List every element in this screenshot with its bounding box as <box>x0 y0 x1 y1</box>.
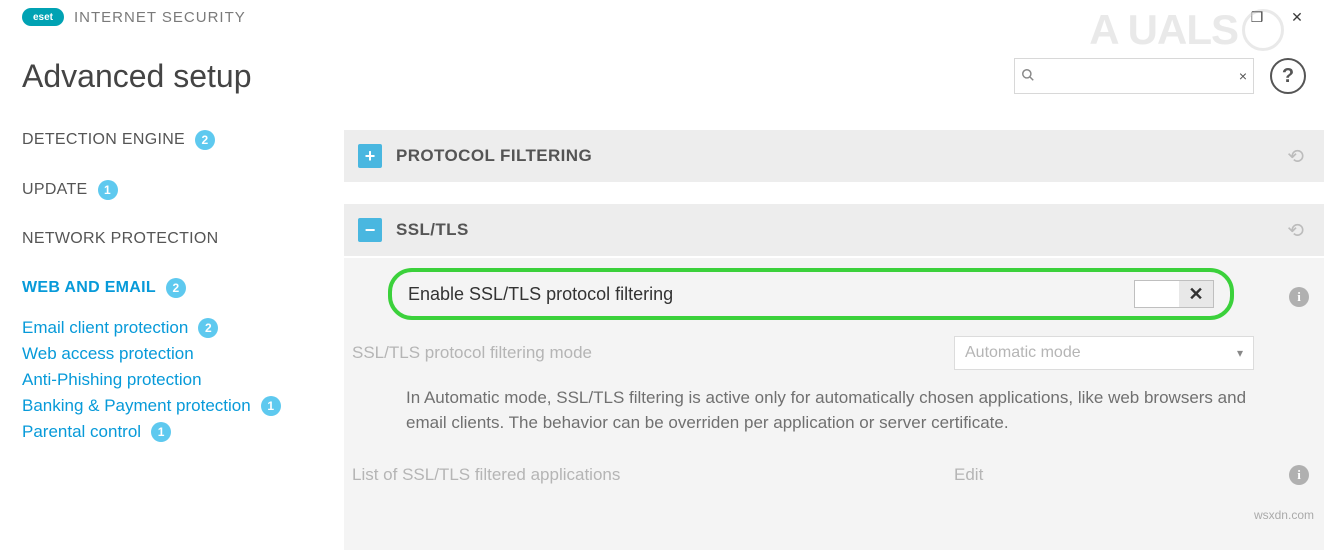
sidebar-subitems: Email client protection 2 Web access pro… <box>22 318 322 442</box>
filtering-mode-description: In Automatic mode, SSL/TLS filtering is … <box>352 380 1324 455</box>
help-button[interactable]: ? <box>1270 58 1306 94</box>
sidebar: DETECTION ENGINE 2 UPDATE 1 NETWORK PROT… <box>22 130 322 448</box>
sidebar-sub-anti-phishing[interactable]: Anti-Phishing protection <box>22 370 322 390</box>
sidebar-item-label: Email client protection <box>22 318 188 338</box>
undo-icon[interactable]: ⟲ <box>1287 218 1304 243</box>
info-icon[interactable]: i <box>1289 287 1309 307</box>
sidebar-badge: 2 <box>166 278 186 298</box>
eset-logo: eset <box>22 8 64 26</box>
sidebar-item-network-protection[interactable]: NETWORK PROTECTION <box>22 230 322 248</box>
sidebar-item-label: NETWORK PROTECTION <box>22 230 219 248</box>
sidebar-sub-parental-control[interactable]: Parental control 1 <box>22 422 322 442</box>
sidebar-item-web-and-email[interactable]: WEB AND EMAIL 2 <box>22 278 322 298</box>
sidebar-badge: 1 <box>98 180 118 200</box>
search-box[interactable]: × <box>1014 58 1254 94</box>
product-name: INTERNET SECURITY <box>74 9 246 26</box>
enable-ssl-tls-row-highlight: Enable SSL/TLS protocol filtering ✕ <box>388 268 1234 320</box>
section-ssl-tls-body: Enable SSL/TLS protocol filtering ✕ i SS… <box>344 258 1324 550</box>
filtering-mode-select[interactable]: Automatic mode ▾ <box>954 336 1254 370</box>
close-window-button[interactable]: ✕ <box>1288 8 1306 26</box>
sidebar-badge: 2 <box>198 318 218 338</box>
sidebar-sub-email-client-protection[interactable]: Email client protection 2 <box>22 318 322 338</box>
filtered-apps-edit-link[interactable]: Edit <box>954 465 983 484</box>
expand-icon[interactable]: + <box>358 144 382 168</box>
search-clear-icon[interactable]: × <box>1239 68 1247 84</box>
sidebar-item-detection-engine[interactable]: DETECTION ENGINE 2 <box>22 130 322 150</box>
page-title: Advanced setup <box>22 58 252 95</box>
filtering-mode-value: Automatic mode <box>965 344 1081 362</box>
enable-ssl-tls-toggle[interactable]: ✕ <box>1134 280 1214 308</box>
filtered-apps-row: List of SSL/TLS filtered applications Ed… <box>352 455 1324 495</box>
brand: eset INTERNET SECURITY <box>22 8 246 26</box>
sidebar-item-label: DETECTION ENGINE <box>22 131 185 149</box>
source-tag: wsxdn.com <box>1254 508 1314 522</box>
content: + PROTOCOL FILTERING ⟲ − SSL/TLS ⟲ Enabl… <box>344 130 1324 550</box>
search-input[interactable] <box>1039 67 1239 85</box>
chevron-down-icon: ▾ <box>1237 346 1243 360</box>
maximize-button[interactable]: ❐ <box>1248 8 1266 26</box>
settings-table: SSL/TLS protocol filtering mode Automati… <box>352 326 1324 380</box>
sidebar-item-label: UPDATE <box>22 181 88 199</box>
window-controls: ❐ ✕ <box>1248 8 1306 26</box>
sidebar-sub-banking-payment[interactable]: Banking & Payment protection 1 <box>22 396 322 416</box>
section-title: SSL/TLS <box>396 220 469 240</box>
sidebar-item-label: WEB AND EMAIL <box>22 279 156 297</box>
filtering-mode-label: SSL/TLS protocol filtering mode <box>352 326 954 380</box>
sidebar-item-label: Web access protection <box>22 344 194 364</box>
undo-icon[interactable]: ⟲ <box>1287 144 1304 169</box>
settings-table: List of SSL/TLS filtered applications Ed… <box>352 455 1324 495</box>
sidebar-item-label: Banking & Payment protection <box>22 396 251 416</box>
collapse-icon[interactable]: − <box>358 218 382 242</box>
section-ssl-tls[interactable]: − SSL/TLS ⟲ <box>344 204 1324 258</box>
sidebar-item-update[interactable]: UPDATE 1 <box>22 180 322 200</box>
sidebar-item-label: Anti-Phishing protection <box>22 370 202 390</box>
filtering-mode-row: SSL/TLS protocol filtering mode Automati… <box>352 326 1324 380</box>
sidebar-sub-web-access-protection[interactable]: Web access protection <box>22 344 322 364</box>
sidebar-badge: 2 <box>195 130 215 150</box>
sidebar-badge: 1 <box>151 422 171 442</box>
section-protocol-filtering[interactable]: + PROTOCOL FILTERING ⟲ <box>344 130 1324 184</box>
search-icon <box>1021 68 1035 85</box>
info-icon[interactable]: i <box>1289 465 1309 485</box>
filtered-apps-label: List of SSL/TLS filtered applications <box>352 455 954 495</box>
sidebar-item-label: Parental control <box>22 422 141 442</box>
section-title: PROTOCOL FILTERING <box>396 146 592 166</box>
toggle-off-icon: ✕ <box>1179 281 1213 307</box>
enable-ssl-tls-label: Enable SSL/TLS protocol filtering <box>408 284 673 305</box>
sidebar-badge: 1 <box>261 396 281 416</box>
